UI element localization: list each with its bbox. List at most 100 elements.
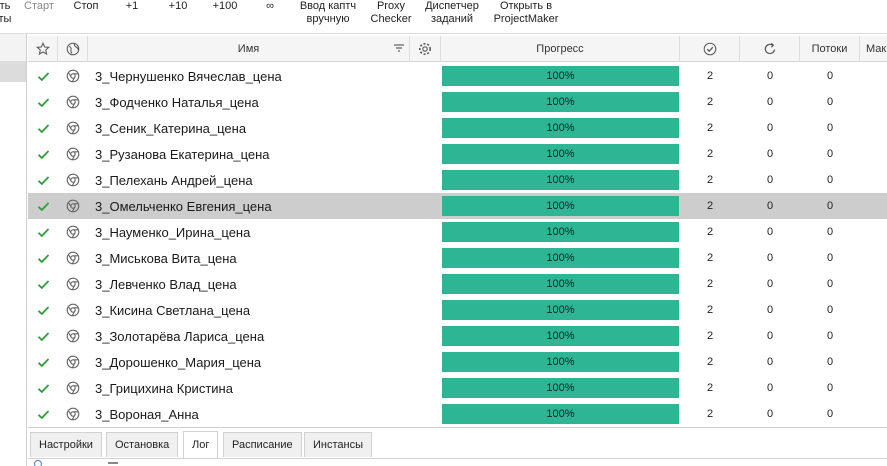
tab-label: Инстансы [313, 439, 363, 451]
column-header-fail[interactable] [740, 36, 800, 62]
table-row[interactable]: 3_Фодченко Наталья_цена 100% 2 0 0 [28, 89, 887, 115]
table-row[interactable]: 3_Миськова Вита_цена 100% 2 0 0 [28, 245, 887, 271]
row-browser-cell [58, 375, 88, 401]
column-header-max[interactable]: Мак [860, 36, 887, 62]
row-progress-cell: 100% [441, 63, 680, 89]
chrome-icon [66, 173, 80, 187]
chrome-icon [66, 69, 80, 83]
check-icon [37, 331, 50, 342]
row-threads-count: 0 [826, 356, 834, 368]
row-status-cell [28, 219, 58, 245]
table-row[interactable]: 3_Науменко_Ирина_цена 100% 2 0 0 [28, 219, 887, 245]
row-progress-cell: 100% [441, 141, 680, 167]
left-panel [0, 34, 27, 466]
row-fail-count: 0 [766, 408, 774, 420]
toolbar-button-label: ть [0, 0, 11, 12]
toolbar-button-label: ты [0, 13, 12, 25]
column-settings-button[interactable] [410, 36, 441, 62]
check-icon [37, 409, 50, 420]
row-progress-cell: 100% [441, 297, 680, 323]
chrome-icon [66, 199, 80, 213]
row-max-cell [860, 167, 887, 193]
table-row[interactable]: 3_Левченко Влад_цена 100% 2 0 0 [28, 271, 887, 297]
toolbar-button-label: +10 [168, 0, 188, 12]
progress-bar: 100% [442, 326, 679, 346]
log-line-fragment [108, 462, 118, 464]
chrome-icon [66, 355, 80, 369]
progress-label: 100% [546, 96, 575, 108]
tab-log[interactable]: Лог [183, 431, 219, 458]
left-panel-selected-item[interactable] [0, 62, 26, 82]
table-row[interactable]: 3_Вороная_Анна 100% 2 0 0 [28, 401, 887, 426]
row-done-count: 2 [706, 330, 714, 342]
progress-label: 100% [546, 382, 575, 394]
toolbar-button-label: заданий [430, 13, 474, 25]
table-row[interactable]: 3_Грицихина Кристина 100% 2 0 0 [28, 375, 887, 401]
tab-label: Расписание [232, 439, 293, 451]
column-header-favorite[interactable] [28, 36, 58, 62]
task-manager-button[interactable]: Диспетчер заданий [422, 0, 482, 30]
toolbar-button-cut-off[interactable]: ть ты [0, 0, 14, 30]
table-row[interactable]: 3_Пелехань Андрей_цена 100% 2 0 0 [28, 167, 887, 193]
progress-bar: 100% [442, 66, 679, 86]
progress-bar: 100% [442, 222, 679, 242]
tab-schedule[interactable]: Расписание [223, 432, 302, 457]
chrome-icon [66, 407, 80, 421]
column-header-browser[interactable] [58, 36, 88, 62]
proxy-checker-button[interactable]: Proxy Checker [368, 0, 414, 30]
table-row[interactable]: 3_Золотарёва Лариса_цена 100% 2 0 0 [28, 323, 887, 349]
tab-label: Лог [192, 439, 210, 451]
row-name: 3_Левченко Влад_цена [95, 276, 237, 292]
open-in-projectmaker-button[interactable]: Открыть в ProjectMaker [490, 0, 562, 30]
toolbar-button-label: +100 [212, 0, 238, 12]
row-done-count: 2 [706, 122, 714, 134]
progress-bar: 100% [442, 170, 679, 190]
column-header-progress[interactable]: Прогресс [441, 36, 680, 62]
toolbar-button-label: ∞ [266, 0, 274, 12]
row-browser-cell [58, 401, 88, 426]
table-row[interactable]: 3_Дорошенко_Мария_цена 100% 2 0 0 [28, 349, 887, 375]
row-status-cell [28, 141, 58, 167]
column-header-done[interactable] [680, 36, 740, 62]
row-max-cell [860, 63, 887, 89]
table-row[interactable]: 3_Омельченко Евгения_цена 100% 2 0 0 [28, 193, 887, 219]
column-header-threads[interactable]: Потоки [800, 36, 860, 62]
column-header-name[interactable]: Имя [88, 36, 410, 62]
toolbar: ть ты Старт Стоп +1 +10 +100 ∞ Ввод капт… [0, 0, 887, 34]
row-browser-cell [58, 141, 88, 167]
row-progress-cell: 100% [441, 375, 680, 401]
row-threads-count: 0 [826, 70, 834, 82]
table-row[interactable]: 3_Рузанова Екатерина_цена 100% 2 0 0 [28, 141, 887, 167]
check-icon [37, 305, 50, 316]
table-row[interactable]: 3_Сеник_Катерина_цена 100% 2 0 0 [28, 115, 887, 141]
row-threads-count: 0 [826, 304, 834, 316]
add-10-button[interactable]: +10 [164, 0, 192, 30]
row-status-cell [28, 63, 58, 89]
row-progress-cell: 100% [441, 89, 680, 115]
table-row[interactable]: 3_Кисина Светлана_цена 100% 2 0 0 [28, 297, 887, 323]
table-row[interactable]: 3_Чернушенко Вячеслав_цена 100% 2 0 0 [28, 63, 887, 89]
row-fail-count: 0 [766, 96, 774, 108]
row-name: 3_Рузанова Екатерина_цена [95, 146, 270, 162]
start-button[interactable]: Старт [21, 0, 57, 30]
row-name: 3_Сеник_Катерина_цена [95, 120, 247, 136]
add-100-button[interactable]: +100 [209, 0, 241, 30]
tab-label: Остановка [115, 439, 170, 451]
row-max-cell [860, 141, 887, 167]
stop-button[interactable]: Стоп [70, 0, 102, 30]
column-filter-button[interactable] [388, 36, 410, 62]
row-threads-count: 0 [826, 148, 834, 160]
add-1-button[interactable]: +1 [120, 0, 144, 30]
tab-stop[interactable]: Остановка [106, 432, 179, 457]
row-progress-cell: 100% [441, 115, 680, 141]
manual-captcha-button[interactable]: Ввод каптч вручную [296, 0, 360, 30]
tab-settings[interactable]: Настройки [30, 432, 102, 457]
row-done-count: 2 [706, 174, 714, 186]
infinite-button[interactable]: ∞ [261, 0, 279, 30]
progress-label: 100% [546, 252, 575, 264]
progress-label: 100% [546, 148, 575, 160]
chrome-icon [66, 147, 80, 161]
chrome-icon [66, 95, 80, 109]
tab-instances[interactable]: Инстансы [304, 432, 372, 457]
row-done-count: 2 [706, 148, 714, 160]
